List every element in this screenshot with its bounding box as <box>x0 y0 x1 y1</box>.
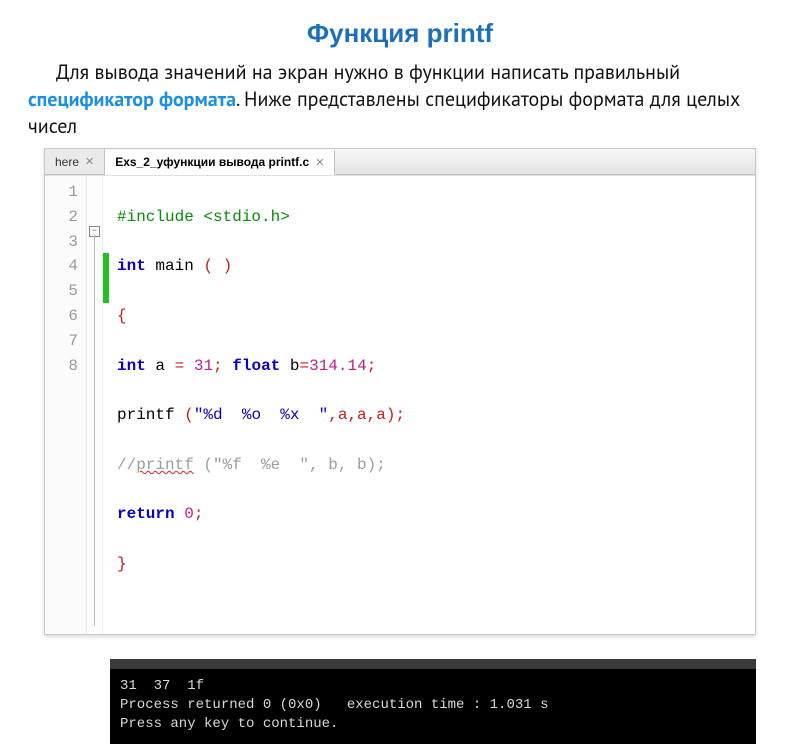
tab-strip: here ✕ Exs_2_уфункции вывода printf.c ✕ <box>45 149 755 175</box>
code-line: printf ("%d %o %x ",a,a,a); <box>117 403 749 428</box>
console-line: Process returned 0 (0x0) execution time … <box>120 697 548 713</box>
console-line: 31 37 1f <box>120 678 204 694</box>
code-line: return 0; <box>117 502 749 527</box>
line-number: 2 <box>45 205 78 230</box>
fold-column: − <box>87 176 103 634</box>
code-lines[interactable]: #include <stdio.h> int main ( ) { int a … <box>109 176 755 634</box>
code-line: int main ( ) <box>117 254 749 279</box>
line-number: 6 <box>45 304 78 329</box>
line-number: 4 <box>45 254 78 279</box>
close-icon[interactable]: ✕ <box>85 155 94 168</box>
code-area: 1 2 3 4 5 6 7 8 − #include <stdio.h> int… <box>45 175 755 634</box>
line-gutter: 1 2 3 4 5 6 7 8 <box>45 176 87 634</box>
code-line: { <box>117 304 749 329</box>
line-number: 5 <box>45 279 78 304</box>
change-marker <box>103 253 109 303</box>
close-icon[interactable]: ✕ <box>315 156 324 169</box>
fold-guide <box>94 234 95 626</box>
tab-active-label: Exs_2_уфункции вывода printf.c <box>115 155 309 169</box>
tab-active[interactable]: Exs_2_уфункции вывода printf.c ✕ <box>105 150 335 175</box>
code-line: } <box>117 552 749 577</box>
line-number: 7 <box>45 329 78 354</box>
code-line: int a = 31; float b=314.14; <box>117 354 749 379</box>
line-number: 1 <box>45 180 78 205</box>
page-title: Функция printf <box>20 18 780 49</box>
change-column <box>103 176 109 634</box>
code-line: //printf ("%f %e ", b, b); <box>117 453 749 478</box>
code-line: #include <stdio.h> <box>117 205 749 230</box>
tab-inactive[interactable]: here ✕ <box>45 149 105 174</box>
para-highlight: спецификатор формата <box>28 86 236 112</box>
tab-inactive-label: here <box>55 155 79 169</box>
line-number: 3 <box>45 230 78 255</box>
console-output: 31 37 1f Process returned 0 (0x0) execut… <box>110 659 756 744</box>
line-number: 8 <box>45 354 78 379</box>
console-line: Press any key to continue. <box>120 716 338 732</box>
para-t1: Для вывода значений на экран нужно в фун… <box>56 59 680 85</box>
code-editor: here ✕ Exs_2_уфункции вывода printf.c ✕ … <box>44 148 756 635</box>
intro-paragraph: Для вывода значений на экран нужно в фун… <box>20 59 780 144</box>
